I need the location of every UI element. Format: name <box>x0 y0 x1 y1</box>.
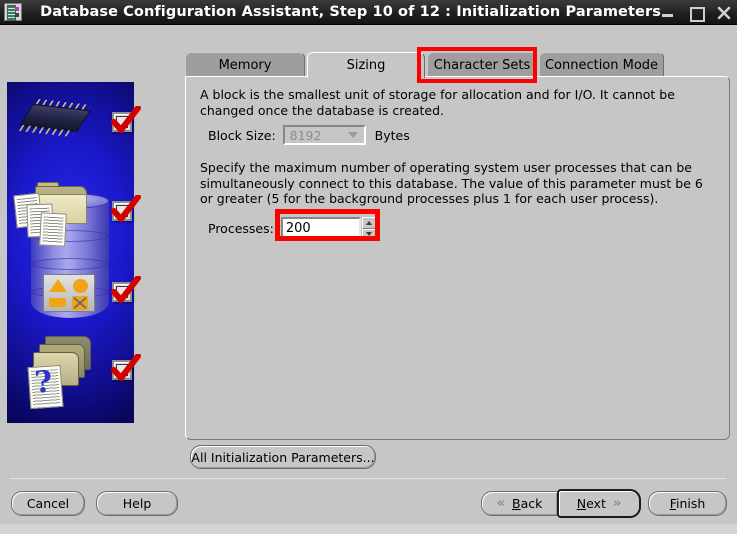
footer-divider <box>10 478 726 479</box>
tab-connection-mode[interactable]: Connection Mode <box>539 52 664 77</box>
tab-bar: Memory Sizing Character Sets Connection … <box>185 52 730 78</box>
close-icon[interactable] <box>717 6 731 20</box>
cancel-button[interactable]: Cancel <box>11 491 85 516</box>
next-label: Next <box>577 496 606 511</box>
next-button[interactable]: Next » <box>557 489 641 518</box>
maximize-icon[interactable] <box>689 6 705 22</box>
processes-row: Processes: <box>208 217 377 240</box>
tab-sizing[interactable]: Sizing <box>307 52 425 78</box>
checkmark-icon <box>111 106 141 136</box>
block-size-label: Block Size: <box>208 127 276 143</box>
processes-stepper <box>280 217 377 240</box>
processes-label: Processes: <box>208 221 274 236</box>
next-label-rest: ext <box>586 496 606 511</box>
question-document-icon: ? <box>27 365 64 410</box>
finish-button[interactable]: Finish <box>648 491 727 516</box>
title-bar: Database Configuration Assistant, Step 1… <box>0 0 737 25</box>
chevron-left-double-icon: « <box>496 496 506 511</box>
tab-sizing-label: Sizing <box>346 58 386 73</box>
chip-icon <box>18 99 92 137</box>
spinner-up-icon[interactable] <box>361 217 377 229</box>
shapes-palette-icon <box>43 274 95 312</box>
checkmark-icon <box>111 354 141 384</box>
processes-spinner-buttons <box>361 217 377 240</box>
window-title: Database Configuration Assistant, Step 1… <box>40 4 661 20</box>
checkmark-icon <box>111 276 141 306</box>
help-button[interactable]: Help <box>96 491 178 516</box>
finish-label-rest: inish <box>675 496 706 511</box>
spinner-down-icon[interactable] <box>361 228 377 240</box>
window-controls <box>661 0 731 25</box>
processes-input[interactable] <box>280 217 361 240</box>
app-icon <box>4 3 22 21</box>
chevron-down-icon <box>347 132 358 138</box>
chevron-right-double-icon: » <box>612 496 622 511</box>
block-size-row: Block Size: 8192 Bytes <box>208 125 410 145</box>
back-mnemonic: B <box>512 496 521 511</box>
minimize-icon[interactable] <box>661 6 675 20</box>
cancel-label: Cancel <box>26 496 70 511</box>
back-label-rest: ack <box>520 496 543 511</box>
block-size-value: 8192 <box>289 127 322 143</box>
next-mnemonic: N <box>576 496 587 511</box>
document-icon <box>39 212 67 247</box>
back-label: Back <box>512 496 542 511</box>
checkmark-icon <box>111 195 141 225</box>
all-initialization-parameters-label: All Initialization Parameters... <box>191 449 375 465</box>
tab-character-sets-label: Character Sets <box>433 57 531 73</box>
back-button[interactable]: « Back <box>481 491 558 516</box>
block-size-description: A block is the smallest unit of storage … <box>200 87 675 118</box>
all-initialization-parameters-button[interactable]: All Initialization Parameters... <box>190 445 376 469</box>
tab-character-sets[interactable]: Character Sets <box>427 52 537 77</box>
tab-connection-mode-label: Connection Mode <box>544 57 659 73</box>
wizard-illustration: ? <box>7 82 141 423</box>
window-bottom-strip <box>0 524 737 534</box>
finish-label: Finish <box>670 496 706 511</box>
block-size-select[interactable]: 8192 <box>282 125 366 145</box>
sizing-panel: A block is the smallest unit of storage … <box>185 76 730 440</box>
tab-memory-label: Memory <box>218 57 272 73</box>
help-label: Help <box>122 496 152 511</box>
block-size-units: Bytes <box>374 127 410 143</box>
application-window: Database Configuration Assistant, Step 1… <box>0 0 737 534</box>
tab-memory[interactable]: Memory <box>185 52 305 77</box>
processes-description: Specify the maximum number of operating … <box>200 160 703 206</box>
